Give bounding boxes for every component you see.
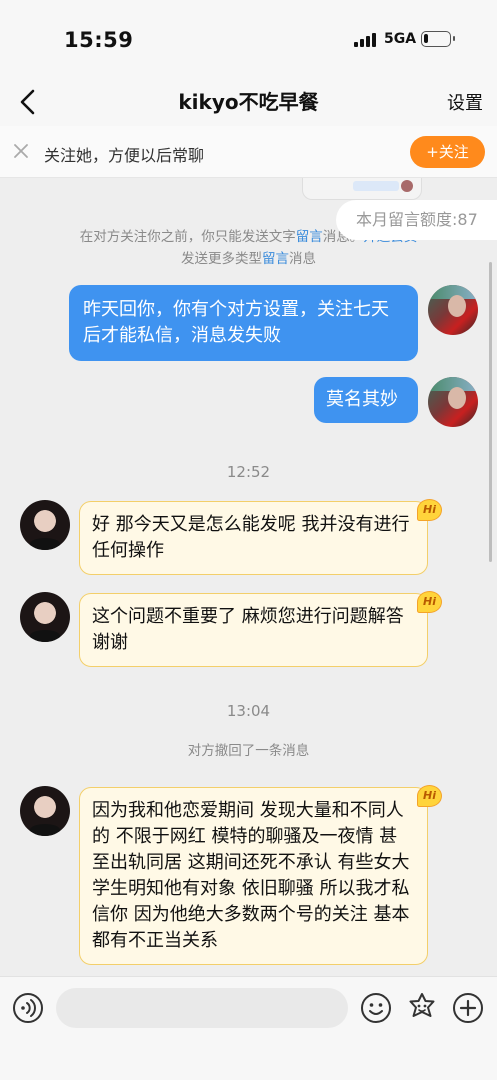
timestamp: 13:04	[226, 702, 271, 720]
signal-icon	[354, 33, 378, 47]
message-quota-badge: 本月留言额度:87	[336, 200, 497, 240]
contact-avatar[interactable]	[20, 500, 70, 550]
follow-button[interactable]: +关注	[410, 136, 485, 168]
settings-button[interactable]: 设置	[447, 89, 483, 115]
self-avatar[interactable]	[428, 285, 478, 335]
hi-badge-icon: Hi	[417, 591, 442, 613]
follow-prompt-text: 关注她，方便以后常聊	[44, 146, 205, 165]
nav-bar: kikyo不吃早餐 设置	[0, 78, 497, 126]
incoming-message[interactable]: 好 那今天又是怎么能发呢 我并没有进行任何操作	[79, 501, 428, 575]
contact-avatar[interactable]	[20, 592, 70, 642]
incoming-message[interactable]: 因为我和他恋爱期间 发现大量和不同人的 不限于网红 模特的聊骚及一夜情 甚至出轨…	[79, 787, 428, 965]
shared-card-preview[interactable]	[302, 178, 422, 200]
hi-badge-icon: Hi	[417, 785, 442, 807]
system-notice-line-2: 发送更多类型留言消息	[181, 251, 316, 267]
battery-level	[424, 34, 428, 43]
contact-avatar[interactable]	[20, 786, 70, 836]
message-type-link[interactable]: 留言	[296, 229, 323, 245]
outgoing-message[interactable]: 昨天回你，你有个对方设置，关注七天后才能私信，消息发失败	[69, 285, 418, 361]
follow-banner: 关注她，方便以后常聊 +关注	[0, 126, 497, 178]
recall-notice: 对方撤回了一条消息	[187, 743, 310, 759]
chat-title: kikyo不吃早餐	[178, 90, 319, 114]
battery-icon	[421, 31, 455, 47]
outgoing-message[interactable]: 莫名其妙	[314, 377, 418, 423]
emoji-icon[interactable]	[360, 992, 392, 1024]
incoming-message[interactable]: 这个问题不重要了 麻烦您进行问题解答 谢谢	[79, 593, 428, 667]
status-bar: 15:59 5GA	[0, 0, 497, 78]
input-bar	[0, 976, 497, 1080]
status-time: 15:59	[64, 28, 134, 52]
card-avatar	[401, 180, 413, 192]
timestamp: 12:52	[226, 463, 271, 481]
network-type: 5GA	[384, 31, 417, 47]
chat-scrollbar[interactable]	[489, 262, 492, 562]
chat-area[interactable]: 在对方关注你之前，你只能发送文字留言消息。开通会员 发送更多类型留言消息 本月留…	[0, 178, 497, 976]
message-type-link[interactable]: 留言	[262, 251, 289, 267]
add-icon[interactable]	[452, 992, 484, 1024]
message-input[interactable]	[56, 988, 348, 1028]
voice-icon[interactable]	[12, 992, 44, 1024]
hi-badge-icon: Hi	[417, 499, 442, 521]
close-icon[interactable]	[12, 142, 30, 160]
card-tag	[353, 181, 399, 191]
sticker-icon[interactable]	[406, 991, 438, 1023]
self-avatar[interactable]	[428, 377, 478, 427]
